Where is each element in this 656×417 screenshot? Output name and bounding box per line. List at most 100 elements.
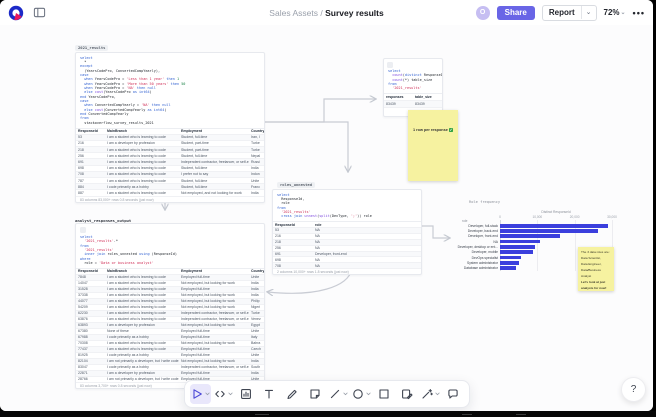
zoom-level-control[interactable]: 72% ⌄ [604,8,626,17]
help-button[interactable]: ? [621,377,646,402]
table-cell: I am a student who is learning to code [107,135,166,140]
sql-editor[interactable]: select * except (YearsCodePro, ConvertedC… [76,53,264,128]
table-footer: 83 columns 83,000+ rows 0.8 seconds (jus… [80,197,154,202]
table-cell: I am a student who is learning to code [107,287,166,292]
table-cell: I am a student who is learning to code [107,299,166,304]
table-cell: Iran, I [251,135,260,140]
cell-chip-roles-unnested[interactable]: roles_unnested [277,182,316,189]
bar[interactable] [500,234,561,239]
sql-cell-analyst-output[interactable]: select '2021_results'.* from '2021_result… [75,223,265,390]
breadcrumb-parent[interactable]: Sales Assets [269,8,318,18]
sticky-note-data-roles[interactable]: The 3 data roles are: Data Scientist, Da… [578,247,614,291]
table-cell: 62230 [78,311,88,316]
results-table[interactable]: ResponseId MainBranch Employment Country 53 I… [76,127,264,197]
app-window: Sales Assets / Survey results O Share Re… [0,0,653,411]
bar[interactable] [500,266,517,271]
bar-category-label: Developer, full-stack [468,223,498,228]
avatar[interactable]: O [475,5,490,20]
bar[interactable] [500,255,521,260]
shape-tool[interactable] [351,384,372,404]
bar[interactable] [500,250,533,255]
sidebar-toggle-icon[interactable] [33,6,47,20]
text-tool[interactable] [259,384,280,404]
results-table[interactable]: ResponseId role 53 NA 216 NA 218 NA 256 NA 691 Deve… [273,221,421,270]
sticky-note-row-per-response[interactable]: 1 row per response ✓ [408,110,458,181]
sql-editor[interactable]: select ResponseId, role from '2021_result… [273,190,421,221]
visual-cell-tool-icon [241,389,251,399]
bar[interactable] [500,239,540,244]
table-cell: I am a developer by profession [107,141,155,146]
caret-down-icon [366,392,371,396]
table-cell: 7848 [78,275,86,280]
table-cell: Not employed, but looking for work [181,305,235,310]
table-cell: Turke [251,141,260,146]
table-cell: 256 [275,246,281,251]
bar[interactable] [500,261,519,265]
sticker-tool[interactable] [397,384,418,404]
table-cell: Russi [251,160,260,165]
x-axis-tick-label: 0 [499,215,501,219]
table-cell: None of these [107,329,129,334]
table-cell: India [251,371,259,376]
more-menu-icon[interactable]: ••• [633,8,645,18]
bar[interactable] [500,223,608,228]
count-logo-icon[interactable] [8,5,24,21]
table-cell: Employment [181,129,203,134]
topbar: Sales Assets / Survey results O Share Re… [0,0,653,26]
table-cell: Employed full-time [181,371,210,376]
code-cell-tool[interactable] [213,384,234,404]
caret-down-icon [435,392,440,396]
cell-handle-icon[interactable] [80,227,86,233]
table-cell: Venez [251,317,261,322]
sticky-note-tool[interactable] [305,384,326,404]
frame-tool[interactable] [374,384,395,404]
report-button[interactable]: Report ⌄ [541,4,597,21]
text-tool-icon [264,389,274,399]
sql-cell-roles-unnested[interactable]: select ResponseId, role from '2021_result… [272,189,422,276]
zoom-level: 72% [603,8,620,17]
table-cell: Unite [251,353,260,358]
table-cell: Indon [251,172,260,177]
sticker-tool-icon [402,389,413,400]
table-cell: I am a student who is learning to code [107,347,166,352]
table-cell: Student, part-time [181,147,209,152]
chevron-down-icon[interactable]: ⌄ [580,6,596,19]
table-cell: India [251,359,259,364]
table-cell: Philip [251,299,260,304]
visual-cell-tool[interactable] [236,384,257,404]
table-cell: I am not primarily a developer, but I wr… [107,377,179,382]
table-cell: 83439 [415,102,425,107]
select-tool[interactable] [189,384,211,404]
bar[interactable] [500,245,536,249]
comment-tool[interactable] [443,384,464,404]
chart-x-axis-title: Distinct ResponseId [541,210,571,214]
table-cell: Nigeri [251,305,261,310]
table-cell: I am a student who is learning to code [107,178,166,183]
table-cell: NA [315,240,320,245]
bar-category-label: DevOps specialist [471,255,498,260]
pencil-tool[interactable] [282,384,303,404]
ai-wand-tool[interactable] [420,384,441,404]
cell-handle-icon[interactable] [387,62,393,68]
table-cell: I am not primarily a developer, but I wr… [107,359,179,364]
bar-category-label: NA [493,239,498,244]
bar[interactable] [500,229,598,233]
share-button[interactable]: Share [496,5,535,20]
canvas[interactable]: 2021_results select * except (YearsCodePr… [0,25,653,411]
line-tool[interactable] [328,384,349,404]
table-cell: India [251,281,259,286]
sql-editor[interactable]: select '2021_results'.* from '2021_result… [76,224,264,268]
frame-tool-icon [379,389,389,399]
table-cell: Employed full-time [181,353,210,358]
sql-cell-2021-results[interactable]: select * except (YearsCodePro, ConvertedC… [75,52,265,203]
sql-cell-row-check[interactable]: select count(distinct ResponseId) respon… [383,58,443,117]
chart-cell-label: Role frequency [469,200,501,204]
table-cell: Employed full-time [181,287,210,292]
table-cell: I code primarily as a hobby [107,335,149,340]
table-cell: Turke [251,311,260,316]
results-table[interactable]: responses table_size 83439 83439 [384,93,442,109]
table-cell: Employed full-time [181,275,210,280]
results-table[interactable]: ResponseId MainBranch Employment Country 784… [76,267,264,383]
table-cell: 887 [78,190,84,195]
cell-chip-2021-results[interactable]: 2021_results [75,45,109,52]
